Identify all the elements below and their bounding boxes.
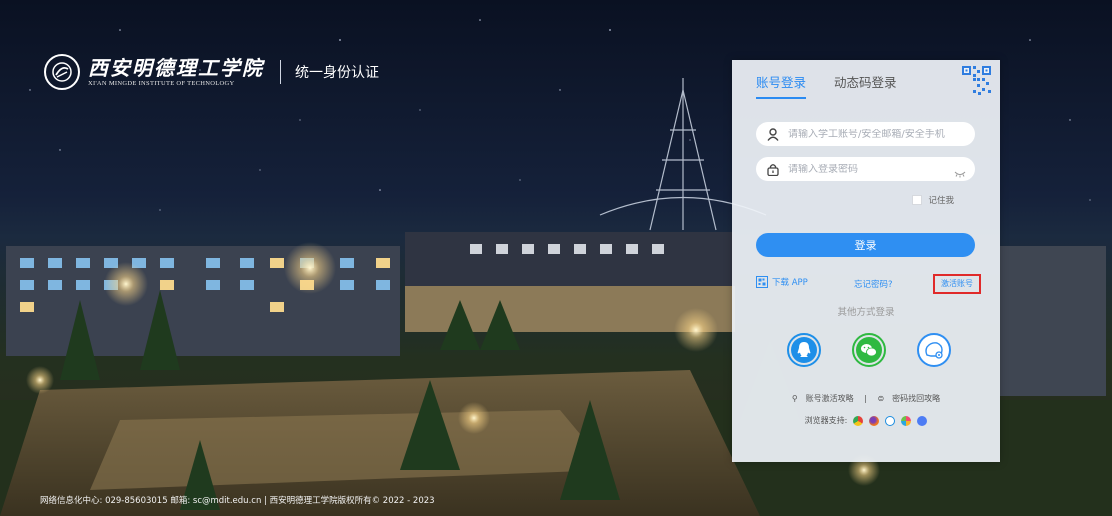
school-name-en: XI'AN MINGDE INSTITUTE OF TECHNOLOGY [88,79,235,87]
firefox-icon [869,415,880,426]
download-app-link[interactable]: 下载 APP [756,276,808,288]
school-name: 西安明德理工学院 XI'AN MINGDE INSTITUTE OF TECHN… [88,57,264,88]
wechat-login-button[interactable] [852,333,886,367]
brand-header: 西安明德理工学院 XI'AN MINGDE INSTITUTE OF TECHN… [44,52,379,92]
login-panel: 账号登录 动态码登录 记住我 [732,60,1000,462]
forgot-password-link[interactable]: 忘记密码? [854,278,893,290]
browser-support-label: 浏览器支持: [804,416,848,425]
username-input[interactable] [788,128,948,140]
face-login-icon [925,342,943,359]
activation-guide-link[interactable]: 账号激活攻略 [806,394,854,403]
eye-closed-icon[interactable] [954,163,966,182]
social-login-buttons [787,333,955,367]
lock-icon [764,160,782,178]
download-app-label: 下载 APP [772,278,808,288]
activate-account-link[interactable]: 激活账号 [933,274,981,294]
chrome-icon [853,415,864,426]
login-links: 下载 APP 忘记密码? 激活账号 [756,274,982,294]
key-icon: ⊜ [877,394,885,403]
guide-divider: | [864,394,867,403]
password-input[interactable] [788,163,948,175]
qq-login-button[interactable] [787,333,821,367]
site-footer: 网络信息化中心: 029-85603015 邮箱: sc@mdit.edu.cn… [40,496,435,506]
browser-support: 浏览器支持: [732,415,1000,426]
qr-code-icon [756,276,768,288]
face-login-button[interactable] [917,333,951,367]
remember-me[interactable]: 记住我 [912,194,954,206]
password-field[interactable] [756,157,975,181]
location-icon: ⚲ [791,394,798,403]
system-title: 统一身份认证 [295,65,379,81]
qq-icon [791,337,817,363]
wechat-icon [856,337,882,363]
tab-account-login[interactable]: 账号登录 [756,72,807,99]
brand-divider [280,60,281,84]
qr-code-login-icon[interactable] [960,64,994,98]
remember-me-label: 记住我 [928,196,954,206]
login-tabs: 账号登录 动态码登录 [756,72,925,99]
tab-dynamic-code-login[interactable]: 动态码登录 [834,72,897,99]
school-name-cn: 西安明德理工学院 [88,55,264,80]
help-guides: ⚲ 账号激活攻略 | ⊜ 密码找回攻略 [732,393,1000,404]
password-recovery-guide-link[interactable]: 密码找回攻略 [892,394,940,403]
other-login-methods-title: 其他方式登录 [837,307,895,318]
username-field[interactable] [756,122,975,146]
user-icon [764,125,782,143]
school-seal-logo [44,54,80,90]
ie-icon [885,415,896,426]
safari-icon [901,415,912,426]
sogou-icon [917,415,928,426]
remember-me-checkbox[interactable] [912,195,923,205]
login-button[interactable]: 登录 [756,233,975,257]
